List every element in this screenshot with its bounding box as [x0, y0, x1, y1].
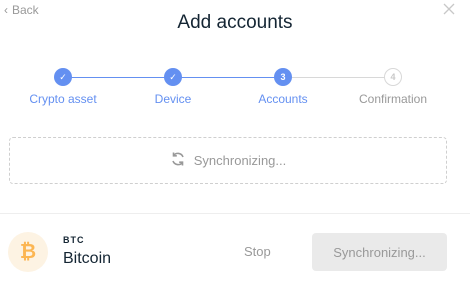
stop-button[interactable]: Stop	[244, 244, 271, 259]
stepper: ✓ Crypto asset ✓ Device 3 Accounts 4 Con…	[0, 68, 470, 112]
step-done-icon: ✓	[164, 68, 182, 86]
step-accounts: 3 Accounts	[223, 68, 343, 106]
page-title: Add accounts	[177, 12, 293, 33]
coin-name: Bitcoin	[63, 250, 112, 267]
bitcoin-icon: ₿	[8, 232, 48, 272]
step-number: 4	[384, 68, 402, 86]
step-label: Accounts	[258, 92, 308, 106]
step-number: 3	[274, 68, 292, 86]
step-label: Confirmation	[358, 92, 428, 106]
sync-status-box: Synchronizing...	[9, 137, 447, 184]
sync-icon	[170, 151, 186, 170]
step-crypto-asset: ✓ Crypto asset	[3, 68, 123, 106]
step-device: ✓ Device	[113, 68, 233, 106]
step-label: Device	[154, 92, 192, 106]
footer: ₿ BTC Bitcoin Stop Synchronizing...	[0, 213, 470, 285]
coin-ticker: BTC	[63, 235, 85, 245]
step-label: Crypto asset	[29, 92, 97, 106]
step-done-icon: ✓	[54, 68, 72, 86]
step-confirmation: 4 Confirmation	[333, 68, 453, 106]
sync-status-text: Synchronizing...	[193, 153, 287, 168]
synchronizing-button[interactable]: Synchronizing...	[312, 233, 447, 271]
